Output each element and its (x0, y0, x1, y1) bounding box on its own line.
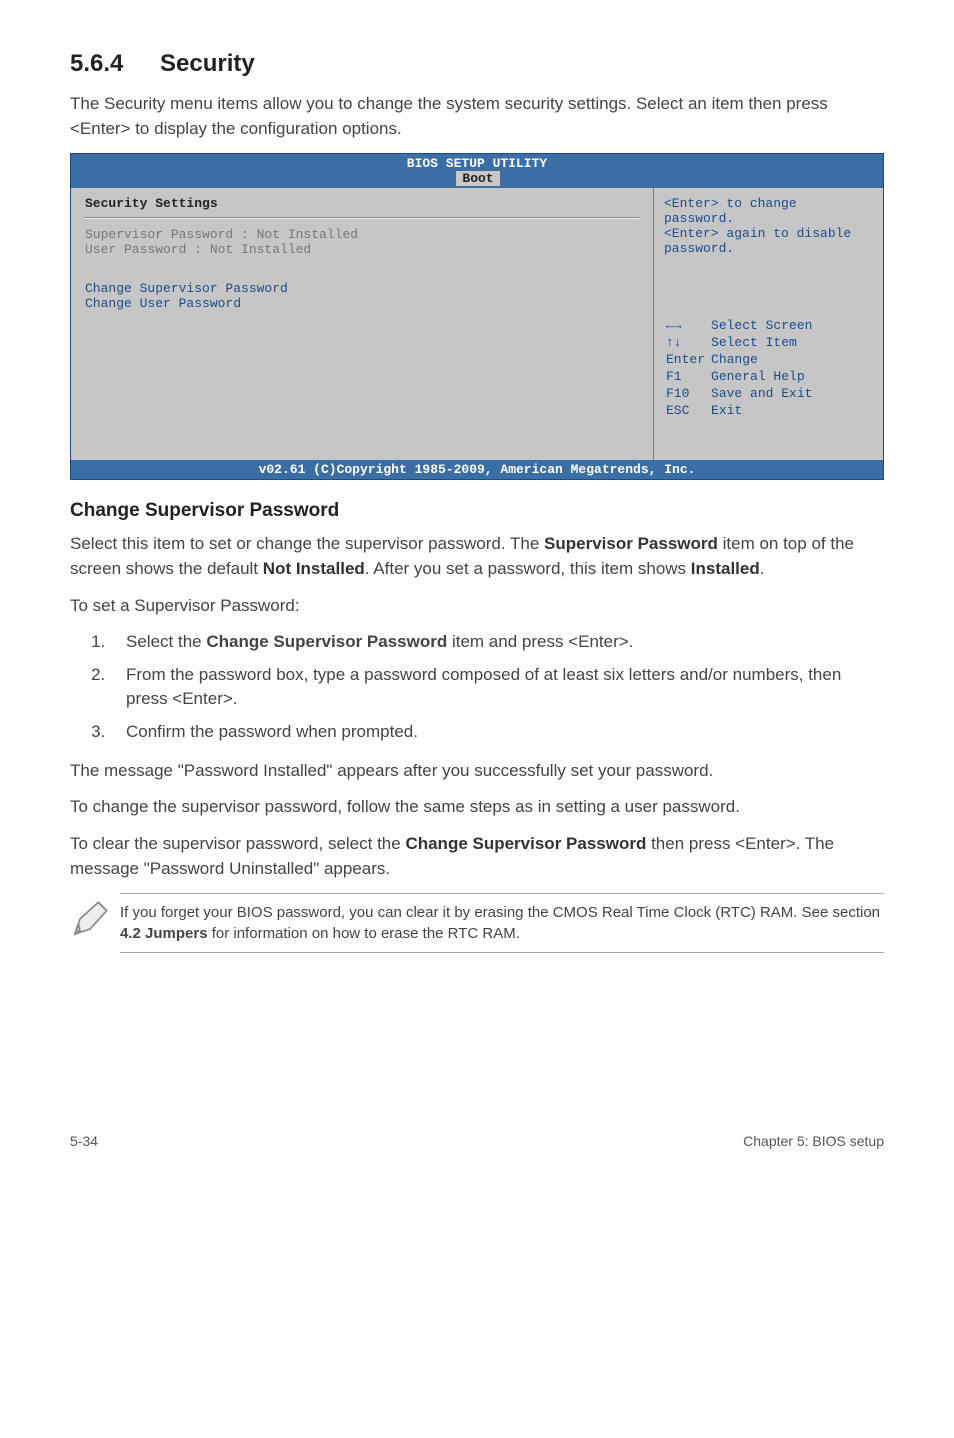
nav-label: Select Item (711, 335, 816, 350)
paragraph: The message "Password Installed" appears… (70, 759, 884, 784)
bios-screenshot: BIOS SETUP UTILITY Boot Security Setting… (70, 153, 884, 480)
nav-key: ←→ (666, 318, 709, 333)
nav-label: General Help (711, 369, 816, 384)
bios-footer: v02.61 (C)Copyright 1985-2009, American … (71, 460, 883, 479)
paragraph: To clear the supervisor password, select… (70, 832, 884, 881)
note-body: If you forget your BIOS password, you ca… (120, 893, 884, 953)
paragraph: To set a Supervisor Password: (70, 594, 884, 619)
text-run: To clear the supervisor password, select… (70, 834, 405, 853)
nav-label: Change (711, 352, 816, 367)
nav-label: Exit (711, 403, 816, 418)
list-item: Confirm the password when prompted. (110, 720, 884, 745)
bold-term: Change Supervisor Password (206, 632, 447, 651)
nav-key: ↑↓ (666, 335, 709, 350)
text-run: . (760, 559, 765, 578)
text-run: . After you set a password, this item sh… (365, 559, 691, 578)
steps-list: Select the Change Supervisor Password it… (110, 630, 884, 745)
bios-main-pane: Security Settings Supervisor Password : … (71, 188, 653, 460)
text-run: Select this item to set or change the su… (70, 534, 544, 553)
bios-nav-help: ←→Select Screen ↑↓Select Item EnterChang… (664, 316, 818, 420)
text-run: Select the (126, 632, 206, 651)
bold-term: Change Supervisor Password (405, 834, 646, 853)
bold-term: Not Installed (263, 559, 365, 578)
bios-change-user: Change User Password (85, 296, 639, 311)
section-number: 5.6.4 (70, 50, 160, 78)
subsection-heading: Change Supervisor Password (70, 500, 884, 522)
paragraph: To change the supervisor password, follo… (70, 795, 884, 820)
bios-user-status: User Password : Not Installed (85, 242, 639, 257)
nav-key: ESC (666, 403, 709, 418)
text-run: If you forget your BIOS password, you ca… (120, 904, 880, 921)
nav-label: Select Screen (711, 318, 816, 333)
bios-active-tab: Boot (456, 171, 499, 186)
bios-change-supervisor: Change Supervisor Password (85, 281, 639, 296)
page-number: 5-34 (70, 1133, 98, 1149)
section-heading: 5.6.4Security (70, 50, 884, 78)
bios-pane-header: Security Settings (85, 196, 639, 211)
bios-help-line1: <Enter> to change password. (664, 196, 873, 226)
bios-help-pane: <Enter> to change password. <Enter> agai… (653, 188, 883, 460)
bios-title-bar: BIOS SETUP UTILITY Boot (71, 154, 883, 188)
nav-key: Enter (666, 352, 709, 367)
paragraph: Select this item to set or change the su… (70, 532, 884, 581)
text-run: for information on how to erase the RTC … (208, 925, 520, 942)
text-run: item and press <Enter>. (447, 632, 633, 651)
note-pencil-icon (70, 893, 120, 944)
page-footer: 5-34 Chapter 5: BIOS setup (70, 1133, 884, 1149)
bios-help-line2: <Enter> again to disable password. (664, 226, 873, 256)
nav-label: Save and Exit (711, 386, 816, 401)
bold-term: 4.2 Jumpers (120, 925, 208, 942)
bios-supervisor-status: Supervisor Password : Not Installed (85, 227, 639, 242)
note-callout: If you forget your BIOS password, you ca… (70, 893, 884, 953)
list-item: From the password box, type a password c… (110, 663, 884, 712)
bold-term: Installed (691, 559, 760, 578)
nav-key: F10 (666, 386, 709, 401)
nav-key: F1 (666, 369, 709, 384)
section-title: Security (160, 50, 255, 77)
chapter-label: Chapter 5: BIOS setup (743, 1133, 884, 1149)
intro-paragraph: The Security menu items allow you to cha… (70, 92, 884, 141)
list-item: Select the Change Supervisor Password it… (110, 630, 884, 655)
bold-term: Supervisor Password (544, 534, 718, 553)
bios-title-text: BIOS SETUP UTILITY (407, 156, 547, 171)
